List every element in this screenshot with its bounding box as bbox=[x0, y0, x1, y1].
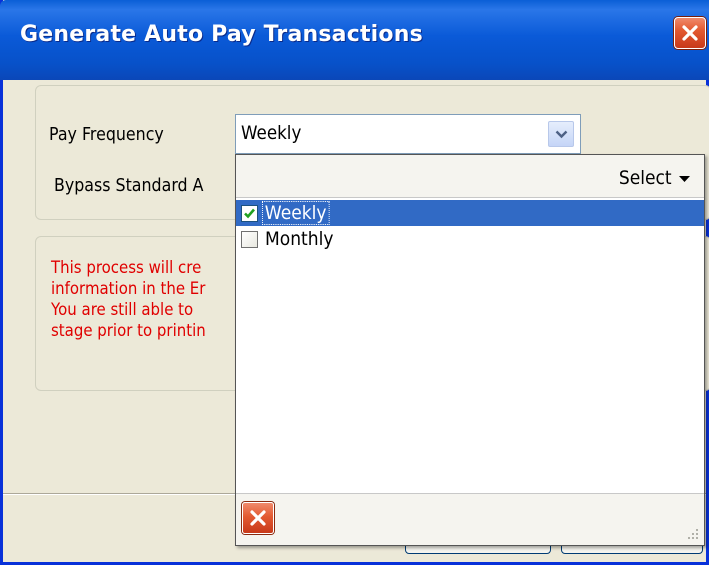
clear-icon bbox=[250, 510, 266, 526]
bypass-label: Bypass Standard A bbox=[54, 175, 204, 196]
pay-frequency-label: Pay Frequency bbox=[49, 124, 164, 145]
list-item[interactable]: Monthly bbox=[236, 226, 704, 252]
frequency-dropdown[interactable]: Select Weekly Monthly bbox=[235, 154, 705, 546]
info-line: You are still able to bbox=[51, 300, 194, 320]
list-item-label: Monthly bbox=[265, 228, 334, 250]
pay-frequency-combo[interactable]: Weekly bbox=[235, 114, 581, 154]
info-line: stage prior to printin bbox=[51, 321, 206, 341]
dropdown-list: Weekly Monthly bbox=[236, 200, 704, 252]
title-bar[interactable]: Generate Auto Pay Transactions bbox=[0, 0, 709, 80]
info-text: This process will cre information in the… bbox=[51, 258, 206, 342]
close-button[interactable] bbox=[674, 17, 706, 49]
check-icon bbox=[244, 208, 255, 219]
chevron-down-icon bbox=[555, 130, 568, 139]
checkbox-checked[interactable] bbox=[241, 205, 258, 222]
caret-down-icon[interactable] bbox=[679, 176, 690, 182]
list-item[interactable]: Weekly bbox=[236, 200, 704, 226]
combo-dropdown-button[interactable] bbox=[548, 121, 574, 147]
dialog-window: Generate Auto Pay Transactions Pay Frequ… bbox=[0, 0, 709, 565]
info-line: This process will cre bbox=[51, 258, 202, 278]
pay-frequency-value: Weekly bbox=[241, 122, 302, 144]
list-item-label: Weekly bbox=[262, 201, 330, 225]
select-menu[interactable]: Select bbox=[619, 167, 672, 189]
checkbox-unchecked[interactable] bbox=[241, 231, 258, 248]
window-title: Generate Auto Pay Transactions bbox=[20, 22, 423, 47]
dropdown-header: Select bbox=[236, 155, 704, 198]
info-line: information in the Er bbox=[51, 279, 206, 299]
close-icon bbox=[682, 25, 698, 41]
clear-button[interactable] bbox=[242, 502, 274, 534]
dropdown-footer bbox=[236, 493, 704, 545]
resize-grip-icon[interactable] bbox=[686, 527, 700, 541]
